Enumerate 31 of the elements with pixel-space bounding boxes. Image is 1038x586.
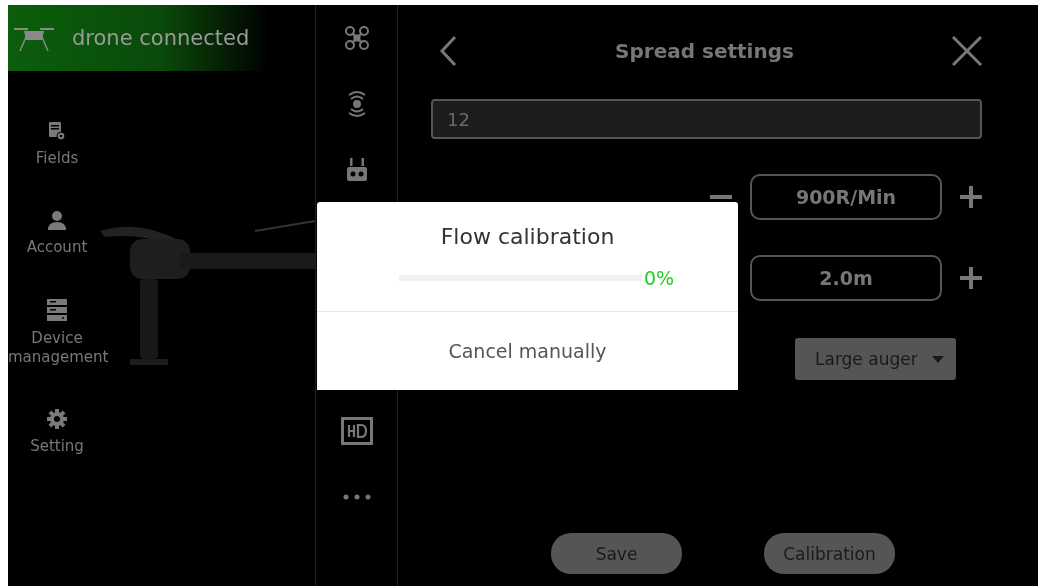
settings-icon (47, 409, 67, 429)
progress-percent: 0% (644, 267, 675, 289)
caret-icon (932, 355, 944, 363)
value-field[interactable]: 2.0m (750, 255, 942, 301)
sidebar-label: Fields (34, 149, 80, 168)
close-icon[interactable] (952, 36, 982, 66)
quadcopter-icon[interactable] (343, 25, 370, 51)
remote-controller-icon[interactable] (345, 158, 368, 182)
sidebar-label: Setting (29, 437, 85, 456)
more-icon[interactable] (342, 494, 371, 500)
sidebar-item[interactable]: Device management (8, 299, 106, 367)
back-icon[interactable] (439, 35, 457, 67)
cancel-button[interactable]: Cancel manually (317, 311, 738, 390)
panel-title: Spread settings (615, 39, 794, 63)
person-icon (47, 210, 67, 230)
status-label: drone connected (72, 26, 250, 50)
plus-icon[interactable] (960, 186, 982, 208)
input-field[interactable]: 12 (431, 99, 982, 139)
dialog-title: Flow calibration (439, 224, 616, 249)
value-field[interactable]: 900R/Min (750, 174, 942, 220)
sidebar-label: Device management (8, 329, 106, 367)
server-icon (47, 299, 67, 321)
sidebar-item[interactable]: Setting (8, 409, 106, 456)
sidebar-item[interactable]: Fields (8, 121, 106, 168)
dropdown[interactable]: Large auger (795, 338, 956, 380)
document-gear-icon (48, 121, 66, 141)
plus-icon[interactable] (960, 267, 982, 289)
sidebar-item[interactable]: Account (8, 210, 106, 257)
signal-icon[interactable] (346, 90, 367, 118)
hd-icon[interactable] (340, 417, 373, 445)
sidebar-label: Account (25, 238, 89, 257)
